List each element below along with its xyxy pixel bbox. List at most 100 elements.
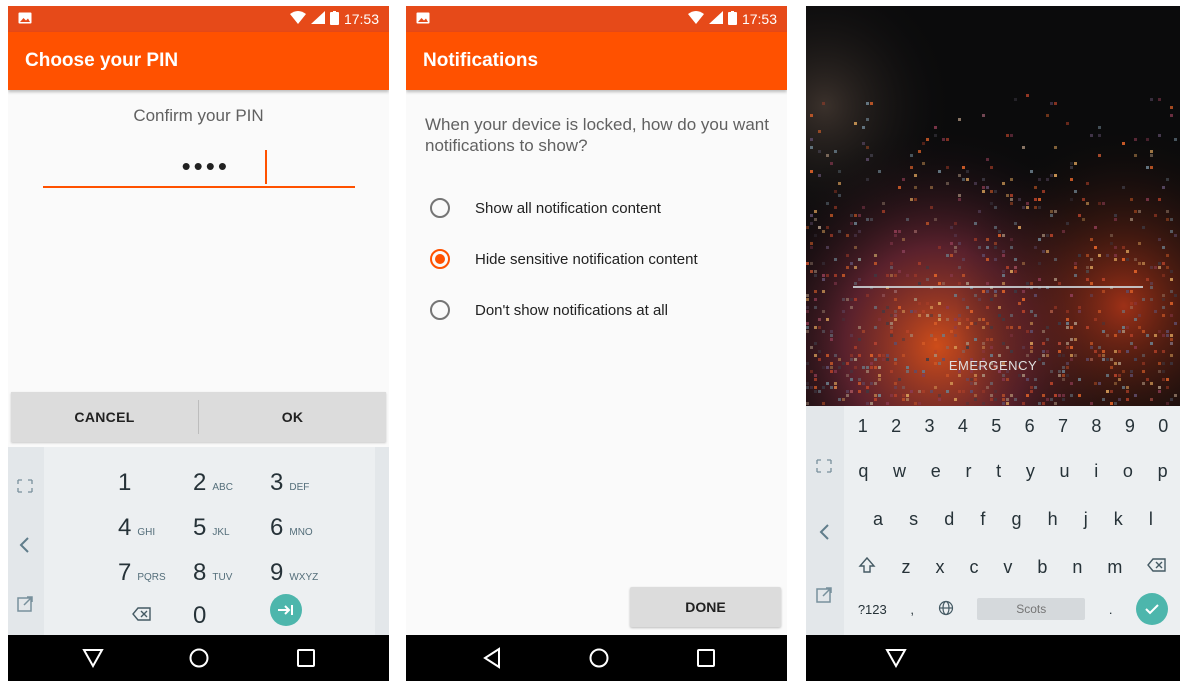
recents-square-icon[interactable] bbox=[295, 647, 317, 669]
back-arrow-icon[interactable] bbox=[16, 535, 34, 558]
key-6[interactable]: 6 MNO bbox=[270, 514, 313, 542]
wallpaper-pixel bbox=[862, 206, 865, 209]
key-q[interactable]: q bbox=[858, 461, 868, 482]
key-9[interactable]: 9 WXYZ bbox=[270, 559, 318, 587]
wallpaper-pixel bbox=[958, 266, 961, 269]
key-1[interactable]: 1 bbox=[858, 416, 868, 437]
option-hide-sensitive[interactable]: Hide sensitive notification content bbox=[430, 249, 698, 269]
key-r[interactable]: r bbox=[965, 461, 971, 482]
radio-button-selected[interactable] bbox=[430, 249, 450, 269]
key-1[interactable]: 1 bbox=[118, 469, 131, 497]
key-g[interactable]: g bbox=[1011, 509, 1021, 530]
expand-icon[interactable] bbox=[815, 458, 833, 479]
key-t[interactable]: t bbox=[996, 461, 1001, 482]
pin-dots: •••• bbox=[181, 151, 230, 181]
space-bar[interactable]: Scots bbox=[977, 598, 1086, 620]
next-field-icon[interactable] bbox=[270, 594, 302, 626]
wallpaper-pixel bbox=[1170, 338, 1173, 341]
back-arrow-icon[interactable] bbox=[816, 522, 834, 547]
enter-check-icon[interactable] bbox=[1136, 593, 1169, 625]
shift-icon[interactable] bbox=[858, 556, 877, 579]
key-n[interactable]: n bbox=[1072, 557, 1082, 578]
key-5[interactable]: 5 bbox=[991, 416, 1001, 437]
radio-button[interactable] bbox=[430, 198, 450, 218]
expand-icon[interactable] bbox=[16, 478, 34, 497]
key-6[interactable]: 6 bbox=[1025, 416, 1035, 437]
wallpaper-pixel bbox=[994, 246, 997, 249]
key-2[interactable]: 2 ABC bbox=[193, 469, 233, 497]
wallpaper-pixel bbox=[1094, 246, 1097, 249]
key-9[interactable]: 9 bbox=[1125, 416, 1135, 437]
key-5[interactable]: 5 JKL bbox=[193, 514, 230, 542]
pin-input[interactable]: •••• bbox=[43, 146, 355, 188]
key-8[interactable]: 8 TUV bbox=[193, 559, 232, 587]
period-key[interactable]: . bbox=[1109, 602, 1113, 617]
key-k[interactable]: k bbox=[1114, 509, 1123, 530]
cancel-button[interactable]: CANCEL bbox=[11, 392, 198, 442]
key-b[interactable]: b bbox=[1037, 557, 1047, 578]
image-notification-icon bbox=[416, 11, 430, 27]
wallpaper-pixel bbox=[1114, 258, 1117, 261]
floating-keyboard-icon[interactable] bbox=[815, 584, 835, 609]
key-7[interactable]: 7 bbox=[1058, 416, 1068, 437]
wallpaper-pixel bbox=[818, 150, 821, 153]
recents-square-icon[interactable] bbox=[695, 647, 717, 669]
key-o[interactable]: o bbox=[1123, 461, 1133, 482]
password-field[interactable] bbox=[853, 286, 1143, 288]
key-l[interactable]: l bbox=[1149, 509, 1153, 530]
key-m[interactable]: m bbox=[1107, 557, 1122, 578]
wallpaper-pixel bbox=[854, 214, 857, 217]
wallpaper-pixel bbox=[930, 186, 933, 189]
key-h[interactable]: h bbox=[1048, 509, 1058, 530]
key-8[interactable]: 8 bbox=[1091, 416, 1101, 437]
wallpaper-pixel bbox=[1142, 298, 1145, 301]
key-j[interactable]: j bbox=[1084, 509, 1088, 530]
emergency-button[interactable]: EMERGENCY bbox=[806, 358, 1180, 373]
home-circle-icon[interactable] bbox=[188, 647, 210, 669]
key-2[interactable]: 2 bbox=[891, 416, 901, 437]
radio-button[interactable] bbox=[430, 300, 450, 320]
key-u[interactable]: u bbox=[1060, 461, 1070, 482]
key-i[interactable]: i bbox=[1094, 461, 1098, 482]
done-button[interactable]: DONE bbox=[630, 587, 781, 627]
wallpaper-pixel bbox=[894, 314, 897, 317]
key-z[interactable]: z bbox=[901, 557, 910, 578]
key-y[interactable]: y bbox=[1026, 461, 1035, 482]
key-4[interactable]: 4 GHI bbox=[118, 514, 155, 542]
key-e[interactable]: e bbox=[931, 461, 941, 482]
key-v[interactable]: v bbox=[1003, 557, 1012, 578]
key-c[interactable]: c bbox=[969, 557, 978, 578]
key-s[interactable]: s bbox=[909, 509, 918, 530]
globe-icon[interactable] bbox=[938, 600, 954, 619]
comma-key[interactable]: , bbox=[910, 602, 914, 617]
back-triangle-icon[interactable] bbox=[885, 647, 907, 669]
key-p[interactable]: p bbox=[1158, 461, 1168, 482]
wallpaper-pixel bbox=[826, 354, 829, 357]
key-w[interactable]: w bbox=[893, 461, 906, 482]
option-show-all[interactable]: Show all notification content bbox=[430, 198, 661, 218]
wallpaper-pixel bbox=[882, 354, 885, 357]
key-f[interactable]: f bbox=[980, 509, 985, 530]
key-0[interactable]: 0 bbox=[193, 602, 206, 630]
key-0[interactable]: 0 bbox=[1158, 416, 1168, 437]
wallpaper-pixel bbox=[922, 374, 925, 377]
key-4[interactable]: 4 bbox=[958, 416, 968, 437]
backspace-icon[interactable] bbox=[132, 606, 152, 627]
ok-button[interactable]: OK bbox=[199, 392, 386, 442]
backspace-icon[interactable] bbox=[1147, 557, 1167, 578]
wallpaper-pixel bbox=[938, 282, 941, 285]
option-dont-show[interactable]: Don't show notifications at all bbox=[430, 300, 668, 320]
key-d[interactable]: d bbox=[944, 509, 954, 530]
home-circle-icon[interactable] bbox=[588, 647, 610, 669]
floating-keyboard-icon[interactable] bbox=[16, 593, 36, 616]
symbols-key[interactable]: ?123 bbox=[858, 602, 887, 617]
back-triangle-icon[interactable] bbox=[82, 647, 104, 669]
back-triangle-icon[interactable] bbox=[481, 647, 503, 669]
key-x[interactable]: x bbox=[935, 557, 944, 578]
wallpaper-pixel bbox=[1014, 258, 1017, 261]
key-a[interactable]: a bbox=[873, 509, 883, 530]
key-3[interactable]: 3 DEF bbox=[270, 469, 309, 497]
key-7[interactable]: 7 PQRS bbox=[118, 559, 166, 587]
wallpaper-pixel bbox=[1098, 310, 1101, 313]
key-3[interactable]: 3 bbox=[924, 416, 934, 437]
